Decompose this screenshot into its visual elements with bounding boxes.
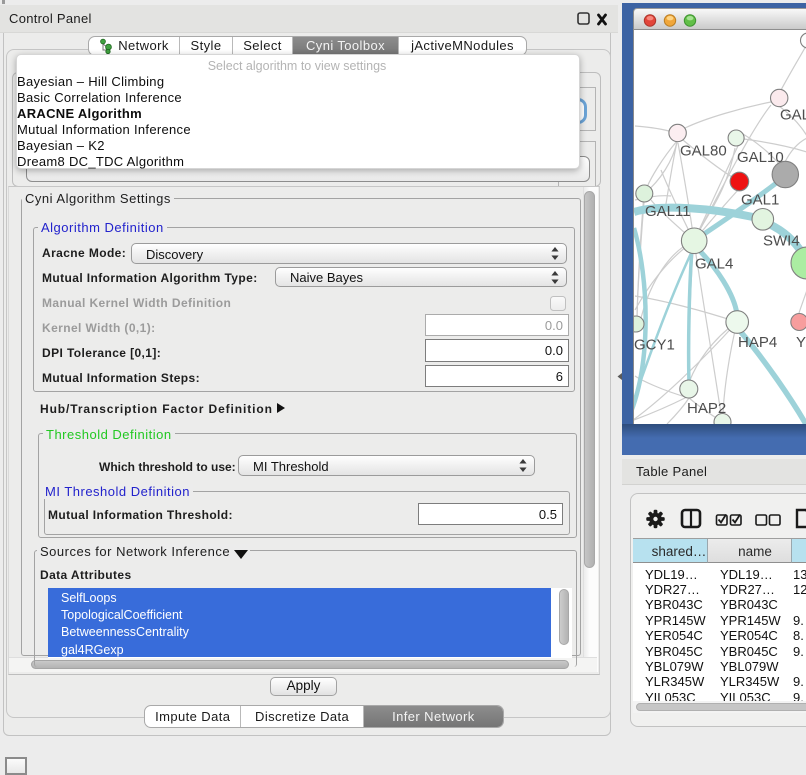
svg-text:SWI4: SWI4 bbox=[763, 233, 800, 250]
svg-text:GAL80: GAL80 bbox=[680, 143, 727, 160]
svg-text:GAL4: GAL4 bbox=[695, 256, 733, 273]
svg-text:GAL10: GAL10 bbox=[737, 149, 784, 166]
svg-text:HAP4: HAP4 bbox=[738, 334, 777, 351]
svg-text:GAL2: GAL2 bbox=[780, 107, 806, 124]
svg-text:HAP2: HAP2 bbox=[687, 400, 726, 417]
svg-text:YJ: YJ bbox=[796, 334, 806, 351]
svg-text:GCY1: GCY1 bbox=[634, 337, 675, 354]
svg-text:GAL1: GAL1 bbox=[741, 192, 779, 209]
svg-text:GAL11: GAL11 bbox=[645, 203, 691, 220]
